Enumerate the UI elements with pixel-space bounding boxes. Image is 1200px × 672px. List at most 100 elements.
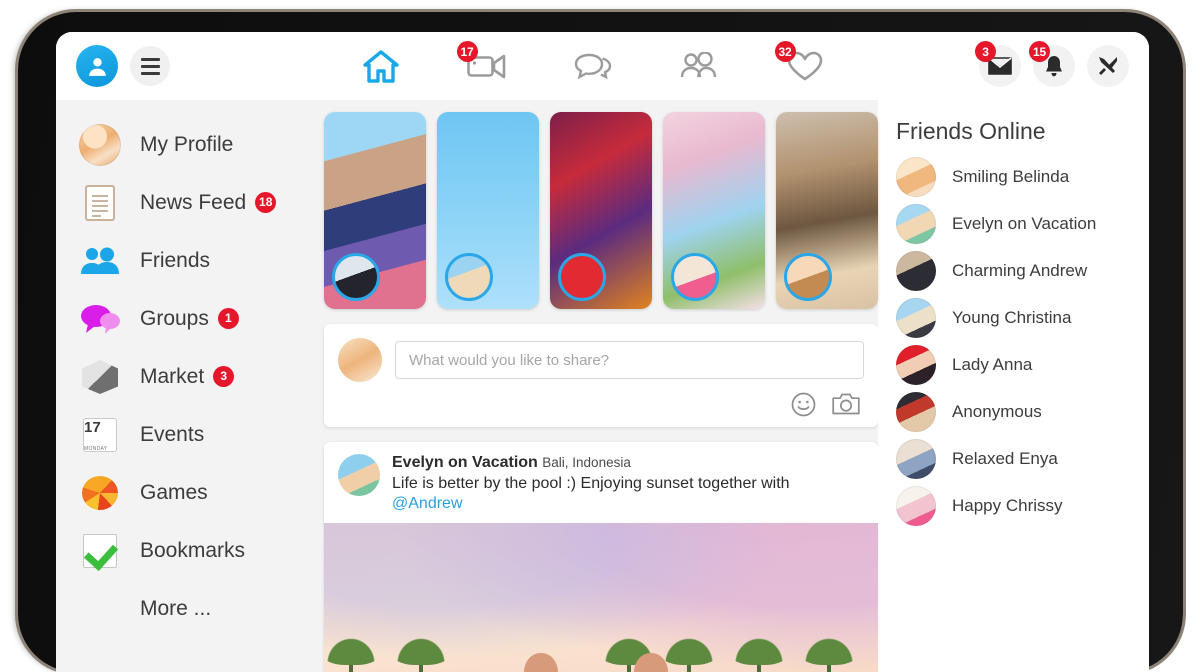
topbar-right-group: 3 15 bbox=[975, 41, 1129, 87]
friend-online-row[interactable]: Anonymous bbox=[896, 388, 1149, 435]
mail-badge: 3 bbox=[975, 41, 996, 62]
mail-button[interactable]: 3 bbox=[975, 41, 1021, 87]
friend-name: Relaxed Enya bbox=[952, 448, 1058, 468]
friends-online-title: Friends Online bbox=[896, 118, 1046, 144]
story-avatar bbox=[558, 253, 606, 301]
user-avatar-icon[interactable] bbox=[76, 45, 118, 87]
friend-avatar bbox=[896, 344, 936, 385]
sidebar-label-friends: Friends bbox=[140, 249, 211, 272]
nav-home-icon[interactable] bbox=[359, 46, 403, 86]
sidebar-item-my-profile[interactable]: My Profile bbox=[78, 116, 324, 174]
story-fitness-woman[interactable] bbox=[776, 112, 878, 309]
story-palm-leaf[interactable] bbox=[437, 112, 539, 309]
notifications-badge: 15 bbox=[1029, 41, 1050, 62]
post-author-name[interactable]: Evelyn on Vacation bbox=[392, 454, 538, 471]
sidebar-label-news-feed: News Feed 18 bbox=[140, 191, 277, 215]
topbar-nav-group: 17 32 bbox=[170, 41, 979, 86]
calendar-icon: 17 MONDAY bbox=[78, 413, 122, 457]
feed-post: Evelyn on Vacation Bali, Indonesia Life … bbox=[324, 442, 878, 672]
video-badge: 17 bbox=[456, 41, 478, 62]
post-mention-link[interactable]: @Andrew bbox=[392, 495, 463, 512]
smiley-face-icon[interactable] bbox=[791, 392, 816, 417]
tablet-device-frame: 17 32 3 15 My Profile News Feed 18 Frien… bbox=[13, 12, 1183, 672]
sidebar-item-news-feed[interactable]: News Feed 18 bbox=[78, 174, 324, 232]
composer-actions bbox=[791, 392, 860, 417]
nav-friends-icon[interactable] bbox=[677, 46, 721, 86]
sidebar-label-bookmarks: Bookmarks bbox=[140, 539, 246, 562]
story-avatar bbox=[445, 253, 493, 301]
news-feed-column: Evelyn on Vacation Bali, Indonesia Life … bbox=[324, 100, 878, 672]
nav-video-icon[interactable]: 17 bbox=[456, 41, 509, 86]
post-body-text: Life is better by the pool :) Enjoying s… bbox=[392, 474, 864, 514]
friend-online-row[interactable]: Relaxed Enya bbox=[896, 435, 1149, 482]
top-navigation-bar: 17 32 3 15 bbox=[56, 32, 1149, 100]
story-avatar bbox=[784, 253, 832, 301]
friend-avatar bbox=[896, 297, 936, 338]
post-photo[interactable] bbox=[324, 523, 878, 672]
cube-box-icon bbox=[78, 355, 122, 399]
sidebar-item-market[interactable]: Market 3 bbox=[78, 348, 324, 406]
story-couple-selfie[interactable] bbox=[324, 112, 426, 309]
story-cherry-blossom[interactable] bbox=[663, 112, 765, 309]
post-message: Life is better by the pool :) Enjoying s… bbox=[392, 475, 790, 492]
stories-row bbox=[324, 112, 878, 309]
post-header: Evelyn on Vacation Bali, Indonesia Life … bbox=[324, 442, 878, 523]
sidebar-label-my-profile: My Profile bbox=[140, 133, 234, 156]
nav-messages-icon[interactable] bbox=[571, 46, 615, 86]
friend-online-row[interactable]: Smiling Belinda bbox=[896, 153, 1149, 200]
friend-name: Anonymous bbox=[952, 401, 1042, 421]
friend-avatar bbox=[896, 203, 936, 244]
calendar-day: 17 bbox=[84, 419, 101, 436]
groups-text: Groups bbox=[140, 307, 209, 330]
news-feed-badge: 18 bbox=[255, 191, 277, 213]
sidebar-item-bookmarks[interactable]: Bookmarks bbox=[78, 522, 324, 580]
friend-avatar bbox=[896, 485, 936, 526]
friend-avatar bbox=[896, 391, 936, 432]
friend-name: Charming Andrew bbox=[952, 260, 1088, 280]
story-bokeh-lights[interactable] bbox=[550, 112, 652, 309]
nav-likes-icon[interactable]: 32 bbox=[774, 41, 827, 86]
likes-badge: 32 bbox=[774, 41, 796, 62]
composer-avatar bbox=[338, 338, 382, 382]
post-composer-card bbox=[324, 324, 878, 427]
sidebar-item-games[interactable]: Games bbox=[78, 464, 324, 522]
friend-online-row[interactable]: Happy Chrissy bbox=[896, 482, 1149, 529]
friend-online-row[interactable]: Charming Andrew bbox=[896, 247, 1149, 294]
sidebar-item-more[interactable]: More ... bbox=[78, 580, 324, 638]
friend-name: Happy Chrissy bbox=[952, 495, 1063, 515]
sidebar-label-games: Games bbox=[140, 481, 208, 504]
calendar-weekday: MONDAY bbox=[84, 446, 108, 452]
profile-photo-icon bbox=[78, 123, 122, 167]
composer-row bbox=[338, 338, 864, 382]
friend-name: Smiling Belinda bbox=[952, 166, 1070, 186]
sidebar-label-events: Events bbox=[140, 423, 205, 446]
settings-button[interactable] bbox=[1087, 45, 1129, 87]
friend-online-row[interactable]: Lady Anna bbox=[896, 341, 1149, 388]
post-author-line: Evelyn on Vacation Bali, Indonesia bbox=[392, 454, 864, 472]
market-text: Market bbox=[140, 365, 205, 388]
friend-avatar bbox=[896, 438, 936, 479]
market-badge: 3 bbox=[213, 365, 235, 387]
friend-name: Evelyn on Vacation bbox=[952, 213, 1097, 233]
post-location: Bali, Indonesia bbox=[542, 455, 631, 470]
document-icon bbox=[78, 181, 122, 225]
speech-bubbles-icon bbox=[78, 297, 122, 341]
share-input[interactable] bbox=[395, 341, 864, 379]
friend-online-row[interactable]: Evelyn on Vacation bbox=[896, 200, 1149, 247]
story-avatar bbox=[671, 253, 719, 301]
left-sidebar: My Profile News Feed 18 Friends Groups 1… bbox=[56, 100, 324, 672]
sidebar-item-events[interactable]: 17 MONDAY Events bbox=[78, 406, 324, 464]
camera-icon[interactable] bbox=[832, 392, 860, 417]
friend-online-row[interactable]: Young Christina bbox=[896, 294, 1149, 341]
friend-name: Lady Anna bbox=[952, 354, 1033, 374]
hamburger-menu-icon[interactable] bbox=[130, 46, 170, 86]
post-author-avatar[interactable] bbox=[338, 454, 380, 496]
sidebar-item-groups[interactable]: Groups 1 bbox=[78, 290, 324, 348]
story-avatar bbox=[332, 253, 380, 301]
sidebar-item-friends[interactable]: Friends bbox=[78, 232, 324, 290]
friend-avatar bbox=[896, 156, 936, 197]
news-feed-text: News Feed bbox=[140, 191, 247, 214]
screen: 17 32 3 15 My Profile News Feed 18 Frien… bbox=[56, 32, 1149, 672]
tools-icon bbox=[1099, 57, 1117, 75]
notifications-button[interactable]: 15 bbox=[1029, 41, 1075, 87]
